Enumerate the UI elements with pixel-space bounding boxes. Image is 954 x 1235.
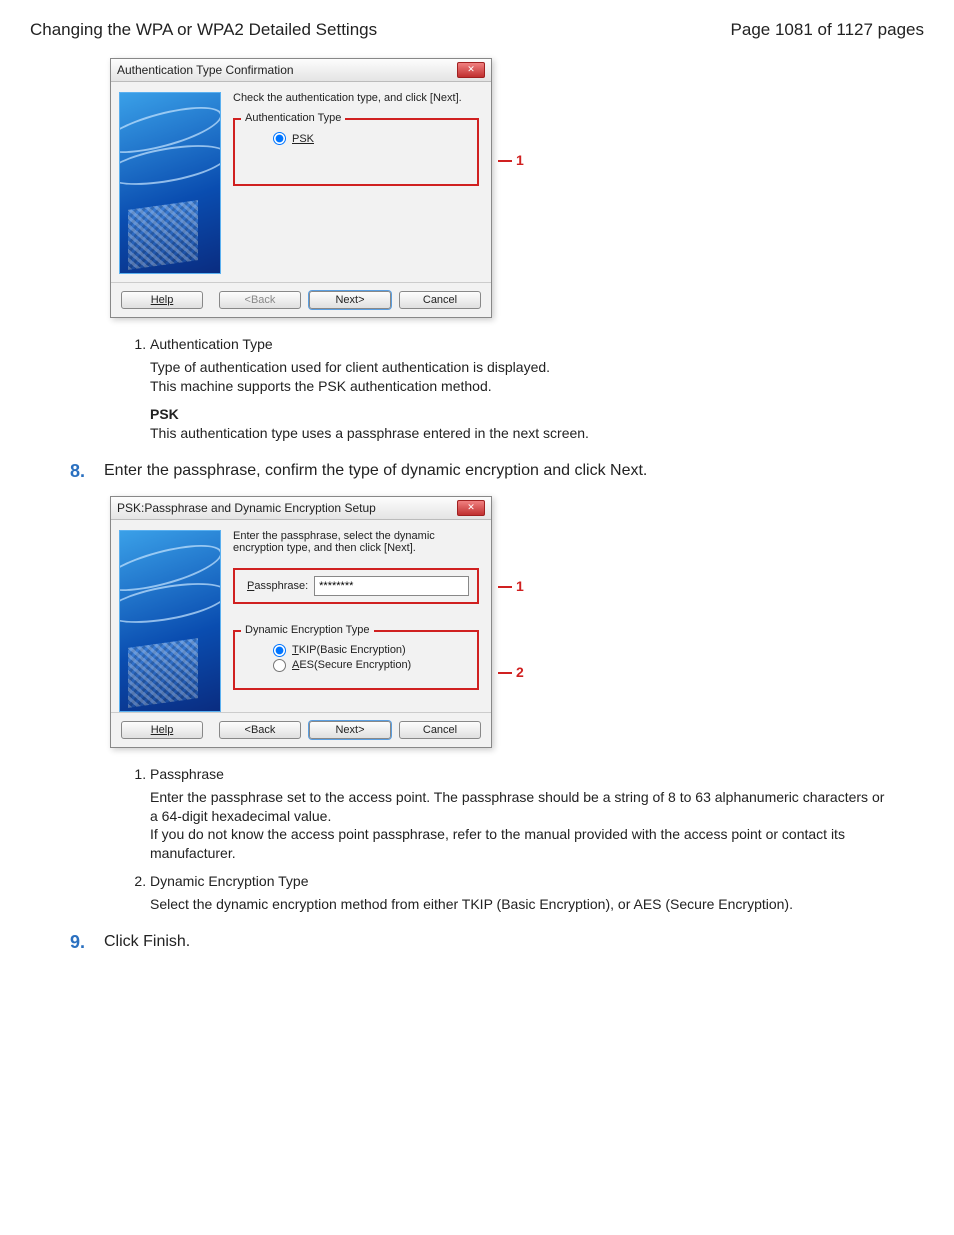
aes-label: AES(Secure Encryption) xyxy=(292,659,411,671)
auth-type-group: Authentication Type PSK xyxy=(233,118,479,186)
decorative-side-image xyxy=(119,92,221,274)
psk-radio-label: PSK xyxy=(292,133,314,145)
psk-body: This authentication type uses a passphra… xyxy=(150,424,894,443)
dialog2-wrap: PSK:Passphrase and Dynamic Encryption Se… xyxy=(110,496,924,748)
explain2-item1-body-b: If you do not know the access point pass… xyxy=(150,825,894,863)
back-button[interactable]: <Back xyxy=(219,721,301,739)
encryption-type-legend: Dynamic Encryption Type xyxy=(241,624,374,636)
help-button-label: Help xyxy=(151,294,174,306)
passphrase-group: Passphrase: xyxy=(233,568,479,604)
tkip-radio-row[interactable]: TKIP(Basic Encryption) xyxy=(273,644,469,657)
dialog1-title: Authentication Type Confirmation xyxy=(117,63,294,77)
callout-1-num: 1 xyxy=(516,152,524,168)
step-8: 8. Enter the passphrase, confirm the typ… xyxy=(70,461,924,482)
callout-2: 2 xyxy=(498,664,524,680)
explain2-block: Passphrase Enter the passphrase set to t… xyxy=(130,766,894,914)
explain2-item1-title: Passphrase xyxy=(150,766,894,782)
dialog2-titlebar: PSK:Passphrase and Dynamic Encryption Se… xyxy=(111,497,491,520)
dialog1-wrap: Authentication Type Confirmation ✕ Check… xyxy=(110,58,924,318)
cancel-button[interactable]: Cancel xyxy=(399,721,481,739)
doc-title: Changing the WPA or WPA2 Detailed Settin… xyxy=(30,20,377,40)
auth-type-legend: Authentication Type xyxy=(241,112,345,124)
explain1-item1: Authentication Type Type of authenticati… xyxy=(150,336,894,443)
aes-radio-row[interactable]: AES(Secure Encryption) xyxy=(273,659,469,672)
help-button[interactable]: Help xyxy=(121,291,203,309)
page-indicator: Page 1081 of 1127 pages xyxy=(731,20,924,40)
dialog2-title: PSK:Passphrase and Dynamic Encryption Se… xyxy=(117,501,376,515)
explain2-item2: Dynamic Encryption Type Select the dynam… xyxy=(150,873,894,914)
explain2-item2-title: Dynamic Encryption Type xyxy=(150,873,894,889)
passphrase-dialog: PSK:Passphrase and Dynamic Encryption Se… xyxy=(110,496,492,748)
help-button-label: Help xyxy=(151,724,174,736)
psk-radio-row[interactable]: PSK xyxy=(273,132,469,145)
psk-heading: PSK xyxy=(150,406,894,422)
explain2-item1-body-a: Enter the passphrase set to the access p… xyxy=(150,788,894,826)
page-header: Changing the WPA or WPA2 Detailed Settin… xyxy=(30,20,924,40)
step-9-text: Click Finish. xyxy=(104,932,190,951)
explain1-item1-body-b: This machine supports the PSK authentica… xyxy=(150,377,894,396)
callout-2-num: 2 xyxy=(516,664,524,680)
help-button[interactable]: Help xyxy=(121,721,203,739)
callout-1: 1 xyxy=(498,152,524,168)
dialog2-instruction: Enter the passphrase, select the dynamic… xyxy=(233,530,479,554)
step-8-num: 8. xyxy=(70,461,94,482)
next-button[interactable]: Next> xyxy=(309,291,391,309)
aes-radio[interactable] xyxy=(273,659,286,672)
dialog1-titlebar: Authentication Type Confirmation ✕ xyxy=(111,59,491,82)
explain1-block: Authentication Type Type of authenticati… xyxy=(130,336,894,443)
explain2-item2-body: Select the dynamic encryption method fro… xyxy=(150,895,894,914)
close-icon[interactable]: ✕ xyxy=(457,62,485,78)
step-9-num: 9. xyxy=(70,932,94,953)
tkip-label: TKIP(Basic Encryption) xyxy=(292,644,406,656)
step-8-text: Enter the passphrase, confirm the type o… xyxy=(104,461,647,480)
back-button: <Back xyxy=(219,291,301,309)
auth-type-dialog: Authentication Type Confirmation ✕ Check… xyxy=(110,58,492,318)
cancel-button[interactable]: Cancel xyxy=(399,291,481,309)
psk-radio[interactable] xyxy=(273,132,286,145)
dialog1-buttons: Help <Back Next> Cancel xyxy=(111,282,491,317)
dialog2-buttons: Help <Back Next> Cancel xyxy=(111,712,491,747)
passphrase-label: Passphrase: xyxy=(247,580,308,592)
tkip-radio[interactable] xyxy=(273,644,286,657)
decorative-side-image xyxy=(119,530,221,712)
step-9: 9. Click Finish. xyxy=(70,932,924,953)
encryption-type-group: Dynamic Encryption Type TKIP(Basic Encry… xyxy=(233,630,479,690)
callout-1-num: 1 xyxy=(516,578,524,594)
explain2-item1: Passphrase Enter the passphrase set to t… xyxy=(150,766,894,864)
callout-1: 1 xyxy=(498,578,524,594)
next-button[interactable]: Next> xyxy=(309,721,391,739)
explain1-item1-title: Authentication Type xyxy=(150,336,894,352)
dialog1-instruction: Check the authentication type, and click… xyxy=(233,92,479,104)
explain1-item1-body-a: Type of authentication used for client a… xyxy=(150,358,894,377)
close-icon[interactable]: ✕ xyxy=(457,500,485,516)
passphrase-input[interactable] xyxy=(314,576,469,596)
